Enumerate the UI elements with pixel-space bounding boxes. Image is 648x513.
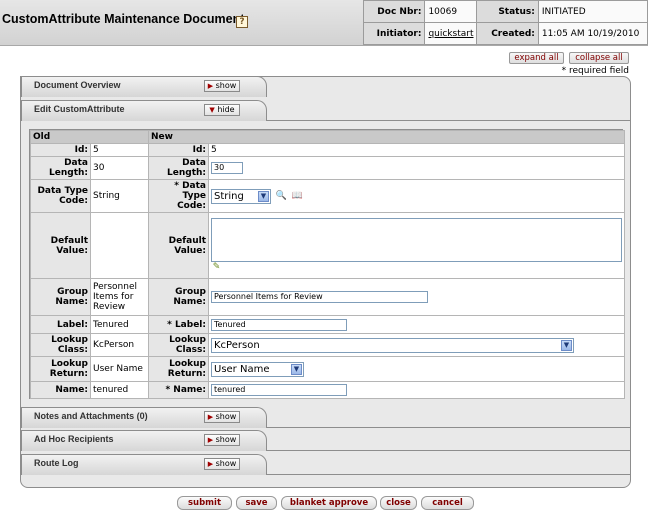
search-icon[interactable]: 🔍 xyxy=(276,191,287,202)
name-input[interactable]: tenured xyxy=(211,384,347,396)
pencil-icon[interactable]: ✎ xyxy=(211,262,222,273)
show-notes-button[interactable]: ▶ show xyxy=(204,411,240,423)
data-type-code-required-label: * Data Type Code: xyxy=(148,179,209,213)
chevron-down-icon: ▼ xyxy=(291,363,302,375)
data-length-label: Data Length: xyxy=(30,156,91,180)
data-length-label: Data Length: xyxy=(148,156,209,180)
doc-nbr-value: 10069 xyxy=(424,0,478,23)
default-value-label: Default Value: xyxy=(30,212,91,279)
tab-document-overview: Document Overview ▶ show xyxy=(21,76,267,97)
expand-all-button[interactable]: expand all xyxy=(509,52,564,64)
doc-nbr-label: Doc Nbr: xyxy=(362,0,426,23)
id-label: Id: xyxy=(30,143,91,157)
old-new-table: Old New Id: 5 Id: 5 Data Length: 30 Data… xyxy=(30,130,626,399)
id-label: Id: xyxy=(148,143,209,157)
book-icon[interactable]: 📖 xyxy=(292,191,303,202)
show-route-log-button[interactable]: ▶ show xyxy=(204,458,240,470)
group-name-input[interactable]: Personnel Items for Review xyxy=(211,291,428,303)
default-value-textarea[interactable] xyxy=(211,218,622,262)
chevron-down-icon: ▼ xyxy=(258,190,269,202)
save-button[interactable]: save xyxy=(236,496,277,510)
label-label: Label: xyxy=(30,315,91,334)
lookup-class-label: Lookup Class: xyxy=(148,333,209,357)
group-name-label: Group Name: xyxy=(148,278,209,316)
created-label: Created: xyxy=(476,22,539,45)
new-id-value: 5 xyxy=(207,143,626,157)
old-header: Old xyxy=(30,130,149,144)
label-input[interactable]: Tenured xyxy=(211,318,347,331)
status-value: INITIATED xyxy=(537,0,648,23)
triangle-right-icon: ▶ xyxy=(207,460,214,468)
blanket-approve-button[interactable]: blanket approve xyxy=(281,496,377,510)
divider xyxy=(267,120,630,121)
divider xyxy=(267,427,630,428)
submit-button[interactable]: submit xyxy=(177,496,232,510)
tab-title: Notes and Attachments (0) xyxy=(34,411,148,421)
divider xyxy=(267,450,630,451)
data-type-code-select[interactable]: String ▼ xyxy=(211,188,271,204)
old-label-value: Tenured xyxy=(90,315,149,334)
data-length-input[interactable]: 30 xyxy=(211,162,243,174)
label-required-label: * Label: xyxy=(148,315,209,334)
help-icon[interactable]: ? xyxy=(236,16,248,28)
collapse-all-button[interactable]: collapse all xyxy=(569,52,629,64)
lookup-return-select[interactable]: User Name ▼ xyxy=(211,361,304,377)
data-type-code-label: Data Type Code: xyxy=(30,179,91,213)
tab-edit-customattribute: Edit CustomAttribute ▼ hide xyxy=(21,100,267,121)
document-info-table: Doc Nbr: 10069 Status: INITIATED Initiat… xyxy=(362,0,648,45)
lookup-class-select[interactable]: KcPerson ▼ xyxy=(211,337,574,353)
lookup-return-label: Lookup Return: xyxy=(30,356,91,382)
default-value-label: Default Value: xyxy=(148,212,209,279)
initiator-label: Initiator: xyxy=(362,22,426,45)
tab-title: Route Log xyxy=(34,458,79,468)
tab-route-log: Route Log ▶ show xyxy=(21,454,267,475)
new-header: New xyxy=(147,130,626,144)
old-id-value: 5 xyxy=(90,143,149,157)
tab-title: Ad Hoc Recipients xyxy=(34,434,114,444)
triangle-down-icon: ▼ xyxy=(209,106,215,114)
lookup-return-label: Lookup Return: xyxy=(148,356,209,382)
hide-edit-button[interactable]: ▼ hide xyxy=(204,104,240,116)
tab-title: Edit CustomAttribute xyxy=(34,104,125,114)
edit-customattribute-section: Old New Id: 5 Id: 5 Data Length: 30 Data… xyxy=(29,129,626,399)
initiator-link[interactable]: quickstart xyxy=(428,29,473,39)
group-name-label: Group Name: xyxy=(30,278,91,316)
triangle-right-icon: ▶ xyxy=(207,413,214,421)
triangle-right-icon: ▶ xyxy=(207,436,214,444)
old-lookup-class-value: KcPerson xyxy=(90,333,149,357)
close-button[interactable]: close xyxy=(380,496,417,510)
name-required-label: * Name: xyxy=(148,381,209,399)
cancel-button[interactable]: cancel xyxy=(421,496,474,510)
status-label: Status: xyxy=(476,0,539,23)
created-value: 11:05 AM 10/19/2010 xyxy=(537,22,648,45)
show-document-overview-button[interactable]: ▶ show xyxy=(204,80,240,92)
document-title: CustomAttribute Maintenance Document xyxy=(2,12,245,26)
old-group-name-value: Personnel Items for Review xyxy=(90,278,149,316)
tab-ad-hoc-recipients: Ad Hoc Recipients ▶ show xyxy=(21,430,267,451)
tab-notes-attachments: Notes and Attachments (0) ▶ show xyxy=(21,407,267,428)
triangle-right-icon: ▶ xyxy=(207,82,214,90)
tab-title: Document Overview xyxy=(34,80,121,90)
show-adhoc-button[interactable]: ▶ show xyxy=(204,434,240,446)
required-field-note: * required field xyxy=(561,66,629,76)
old-data-type-code-value: String xyxy=(90,179,149,213)
action-buttons: submit save blanket approve close cancel xyxy=(0,496,648,512)
name-label: Name: xyxy=(30,381,91,399)
old-default-value xyxy=(90,212,149,279)
divider xyxy=(267,474,630,475)
old-data-length-value: 30 xyxy=(90,156,149,180)
document-header: CustomAttribute Maintenance Document ? D… xyxy=(0,0,648,46)
chevron-down-icon: ▼ xyxy=(561,339,572,351)
old-name-value: tenured xyxy=(90,381,149,399)
old-lookup-return-value: User Name xyxy=(90,356,149,382)
lookup-class-label: Lookup Class: xyxy=(30,333,91,357)
